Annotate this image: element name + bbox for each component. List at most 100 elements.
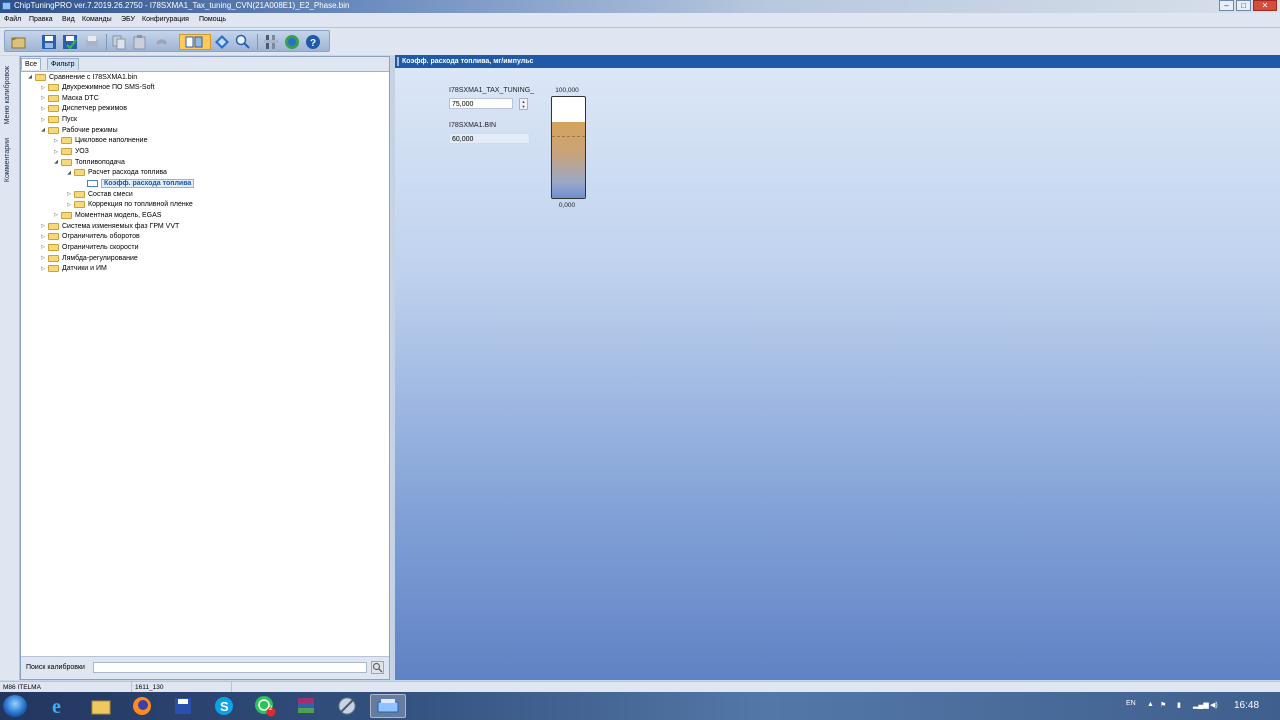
tree-node[interactable]: ▷ Датчики и ИМ	[40, 264, 107, 274]
paste-icon[interactable]	[132, 34, 148, 50]
tree-node[interactable]: ▷ Диспетчер режимов	[40, 104, 127, 114]
folder-icon	[61, 148, 72, 156]
maximize-button[interactable]: □	[1236, 0, 1251, 11]
tree-node[interactable]: ▷ Лямбда-регулирование	[40, 253, 138, 263]
folder-icon	[35, 73, 46, 81]
tray-expand-icon[interactable]: ▲	[1147, 701, 1154, 708]
editor-title: Коэфф. расхода топлива, мг/импульс	[402, 58, 534, 65]
whatsapp-icon[interactable]: 2	[247, 694, 283, 718]
start-button[interactable]	[3, 695, 27, 717]
svg-text:e: e	[52, 696, 61, 716]
tree-node[interactable]: ◢ Топливоподача	[53, 157, 125, 167]
tree-node[interactable]: ◢ Расчет расхода топлива	[66, 168, 167, 178]
menu-commands[interactable]: Команды	[82, 16, 112, 23]
expand-icon[interactable]: ▷	[40, 106, 46, 112]
tree-node[interactable]: Коэфф. расхода топлива	[79, 179, 195, 189]
collapse-icon[interactable]: ◢	[27, 74, 33, 80]
expand-icon[interactable]: ▷	[40, 266, 46, 272]
collapse-icon[interactable]: ◢	[66, 170, 72, 176]
folder-icon	[61, 137, 72, 145]
value-spinner[interactable]: ▲ ▼	[519, 98, 528, 110]
skype-icon[interactable]: S	[206, 694, 242, 718]
menu-configuration[interactable]: Конфигурация	[142, 16, 189, 23]
expand-icon[interactable]: ▷	[40, 223, 46, 229]
tree-node[interactable]: ◢ Сравнение с I78SXMA1.bin	[27, 72, 137, 82]
expand-icon[interactable]: ▷	[40, 255, 46, 261]
search-input[interactable]	[93, 662, 367, 673]
save-icon[interactable]	[41, 34, 57, 50]
close-button[interactable]: ✕	[1253, 0, 1277, 11]
menu-help[interactable]: Помощь	[199, 16, 226, 23]
firefox-icon[interactable]	[124, 694, 160, 718]
network-icon[interactable]: ▂▄▆	[1193, 701, 1209, 709]
menu-ecu[interactable]: ЭБУ	[121, 16, 135, 23]
save-app-icon[interactable]	[165, 694, 201, 718]
volume-icon[interactable]: ◀)	[1210, 701, 1218, 709]
menu-view[interactable]: Вид	[62, 16, 75, 23]
tree-node-label: Система изменяемых фаз ГРМ VVT	[62, 222, 180, 230]
navigate-icon[interactable]	[214, 34, 230, 50]
save-check-icon[interactable]	[62, 34, 78, 50]
compare-icon[interactable]	[179, 34, 211, 50]
tab-filter[interactable]: Фильтр	[47, 58, 79, 70]
tree-node[interactable]: ▷ Состав смеси	[66, 189, 133, 199]
tree-node[interactable]: ▷ Цикловое наполнение	[53, 136, 147, 146]
chiptuningpro-icon[interactable]	[370, 694, 406, 718]
ie-icon[interactable]: e	[42, 694, 78, 718]
tree-node[interactable]: ▷ Пуск	[40, 115, 77, 125]
collapse-icon[interactable]: ◢	[53, 159, 59, 165]
expand-icon[interactable]: ▷	[40, 244, 46, 250]
tab-calibration-menu[interactable]: Меню калибровок	[4, 66, 11, 124]
expand-icon[interactable]: ▷	[66, 191, 72, 197]
tree-node[interactable]: ▷ Моментная модель, EGAS	[53, 210, 161, 220]
print-icon[interactable]	[84, 34, 100, 50]
menu-file[interactable]: Файл	[4, 16, 21, 23]
tree-node[interactable]: ◢ Рабочие режимы	[40, 125, 118, 135]
tree-node[interactable]: ▷ Система изменяемых фаз ГРМ VVT	[40, 221, 179, 231]
winrar-icon[interactable]	[288, 694, 324, 718]
tree-node[interactable]: ▷ Ограничитель оборотов	[40, 232, 140, 242]
expand-icon[interactable]: ▷	[40, 95, 46, 101]
current-value-input[interactable]: 75,000	[449, 98, 513, 109]
whatsapp-badge: 2	[269, 706, 273, 712]
menu-edit[interactable]: Правка	[29, 16, 53, 23]
collapse-icon[interactable]: ◢	[40, 127, 46, 133]
window-title: ChipTuningPRO ver.7.2019.26.2750 - I78SX…	[14, 1, 350, 10]
tree-node[interactable]: ▷ УОЗ	[53, 147, 89, 157]
gauge-fill	[552, 122, 585, 198]
tree-node[interactable]: ▷ Маска DTC	[40, 93, 99, 103]
expand-icon[interactable]: ▷	[66, 202, 72, 208]
tray-flag-icon[interactable]: ⚑	[1160, 701, 1166, 709]
zoom-search-icon[interactable]	[235, 34, 251, 50]
tree-node-label: Состав смеси	[88, 190, 133, 198]
tree-node[interactable]: ▷ Двухрежимное ПО SMS-Soft	[40, 83, 154, 93]
explorer-icon[interactable]	[83, 694, 119, 718]
update-icon[interactable]	[284, 34, 300, 50]
open-icon[interactable]	[11, 34, 27, 50]
folder-icon	[48, 105, 59, 113]
tree-node-label: Топливоподача	[75, 158, 125, 166]
expand-icon[interactable]: ▷	[53, 138, 59, 144]
tab-comments[interactable]: Комментарии	[4, 138, 11, 182]
tray-device-icon[interactable]: ▮	[1177, 701, 1181, 709]
minimize-button[interactable]: –	[1219, 0, 1234, 11]
tools-icon[interactable]	[263, 34, 279, 50]
folder-icon	[74, 201, 85, 209]
tab-all[interactable]: Все	[21, 58, 42, 70]
expand-icon[interactable]: ▷	[40, 234, 46, 240]
search-icon[interactable]	[371, 661, 384, 674]
help-icon[interactable]: ?	[305, 34, 321, 50]
tree-node[interactable]: ▷ Коррекция по топливной пленке	[66, 200, 193, 210]
expand-icon[interactable]: ▷	[53, 149, 59, 155]
language-indicator[interactable]: EN	[1126, 700, 1136, 707]
expand-icon[interactable]: ▷	[40, 85, 46, 91]
undo-icon[interactable]	[153, 34, 169, 50]
expand-icon[interactable]: ▷	[40, 117, 46, 123]
folder-icon	[61, 211, 72, 219]
copy-icon[interactable]	[111, 34, 127, 50]
expand-icon[interactable]: ▷	[53, 212, 59, 218]
tuning-tool-icon[interactable]	[329, 694, 365, 718]
clock[interactable]: 16:48	[1234, 700, 1259, 711]
folder-icon	[74, 169, 85, 177]
tree-node[interactable]: ▷ Ограничитель скорости	[40, 242, 139, 252]
